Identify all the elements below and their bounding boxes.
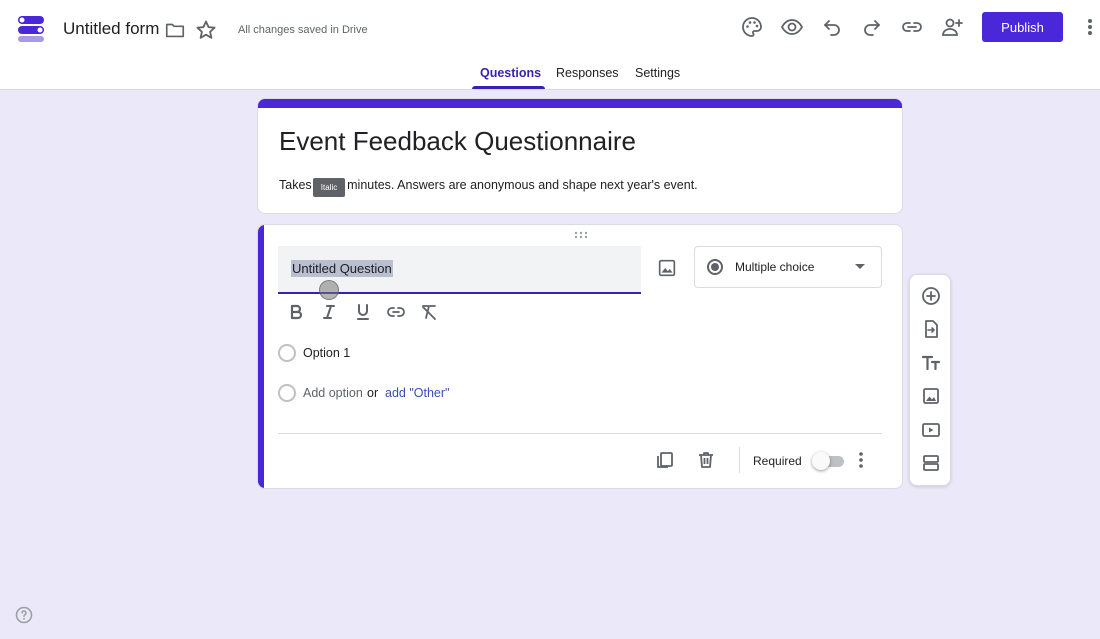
help-icon[interactable] xyxy=(15,606,33,624)
duplicate-icon[interactable] xyxy=(655,450,675,470)
option-radio xyxy=(278,344,296,362)
italic-icon[interactable] xyxy=(319,302,339,322)
form-tabs: Questions Responses Settings xyxy=(0,60,1100,90)
delete-icon[interactable] xyxy=(696,450,716,470)
tab-questions[interactable]: Questions xyxy=(480,66,541,80)
form-description-suffix: minutes. Answers are anonymous and shape… xyxy=(347,178,698,192)
form-title[interactable]: Event Feedback Questionnaire xyxy=(279,126,636,157)
required-toggle[interactable] xyxy=(812,452,844,470)
option-1-label[interactable]: Option 1 xyxy=(303,346,350,360)
undo-icon[interactable] xyxy=(820,15,844,39)
app-header: Untitled form All changes saved in Drive… xyxy=(0,0,1100,90)
underline-icon[interactable] xyxy=(353,302,373,322)
form-description-prefix: Takes xyxy=(279,178,316,192)
add-collaborator-icon[interactable] xyxy=(940,15,964,39)
italic-tooltip: Italic xyxy=(313,178,345,197)
question-title-text: Untitled Question xyxy=(291,260,393,277)
or-text: or xyxy=(367,386,379,400)
link-icon[interactable] xyxy=(900,15,924,39)
preview-icon[interactable] xyxy=(780,15,804,39)
add-video-icon[interactable] xyxy=(921,420,941,440)
add-question-icon[interactable] xyxy=(921,286,941,306)
question-type-select[interactable]: Multiple choice xyxy=(694,246,882,288)
add-option-button[interactable]: Add option xyxy=(303,386,363,400)
active-question-indicator xyxy=(258,225,264,488)
mouse-cursor xyxy=(319,280,339,300)
question-type-label: Multiple choice xyxy=(735,260,815,274)
form-title-card: Event Feedback Questionnaire Takes minut… xyxy=(257,98,903,214)
add-other-button[interactable]: add "Other" xyxy=(385,386,449,400)
add-title-icon[interactable] xyxy=(921,353,941,373)
insert-link-icon[interactable] xyxy=(386,302,406,322)
footer-divider xyxy=(278,433,882,434)
form-name[interactable]: Untitled form xyxy=(63,19,159,39)
move-to-folder-icon[interactable] xyxy=(164,19,188,41)
import-questions-icon[interactable] xyxy=(921,319,941,339)
question-card[interactable]: Untitled Question Multiple choice Option… xyxy=(257,224,903,489)
tab-settings[interactable]: Settings xyxy=(635,66,680,80)
save-status: All changes saved in Drive xyxy=(238,24,368,36)
add-image-toolbar-icon[interactable] xyxy=(921,386,941,406)
star-icon[interactable] xyxy=(194,18,218,42)
forms-logo-icon xyxy=(16,12,48,44)
publish-button[interactable]: Publish xyxy=(982,12,1063,42)
radio-type-icon xyxy=(707,259,723,275)
floating-toolbar xyxy=(909,274,951,486)
toggle-knob xyxy=(812,452,830,470)
dropdown-caret-icon xyxy=(855,264,865,269)
active-tab-indicator xyxy=(472,86,545,89)
tab-responses[interactable]: Responses xyxy=(556,66,619,80)
add-section-icon[interactable] xyxy=(921,453,941,473)
add-option-radio xyxy=(278,384,296,402)
add-image-icon[interactable] xyxy=(656,257,678,279)
title-card-accent xyxy=(258,99,902,108)
footer-separator xyxy=(739,447,740,473)
clear-formatting-icon[interactable] xyxy=(419,302,439,322)
required-label: Required xyxy=(753,454,802,468)
palette-icon[interactable] xyxy=(740,15,764,39)
question-more-icon[interactable] xyxy=(854,450,868,470)
bold-icon[interactable] xyxy=(286,302,306,322)
more-vert-icon[interactable] xyxy=(1080,16,1100,38)
redo-icon[interactable] xyxy=(860,15,884,39)
drag-handle-icon[interactable] xyxy=(574,231,588,239)
